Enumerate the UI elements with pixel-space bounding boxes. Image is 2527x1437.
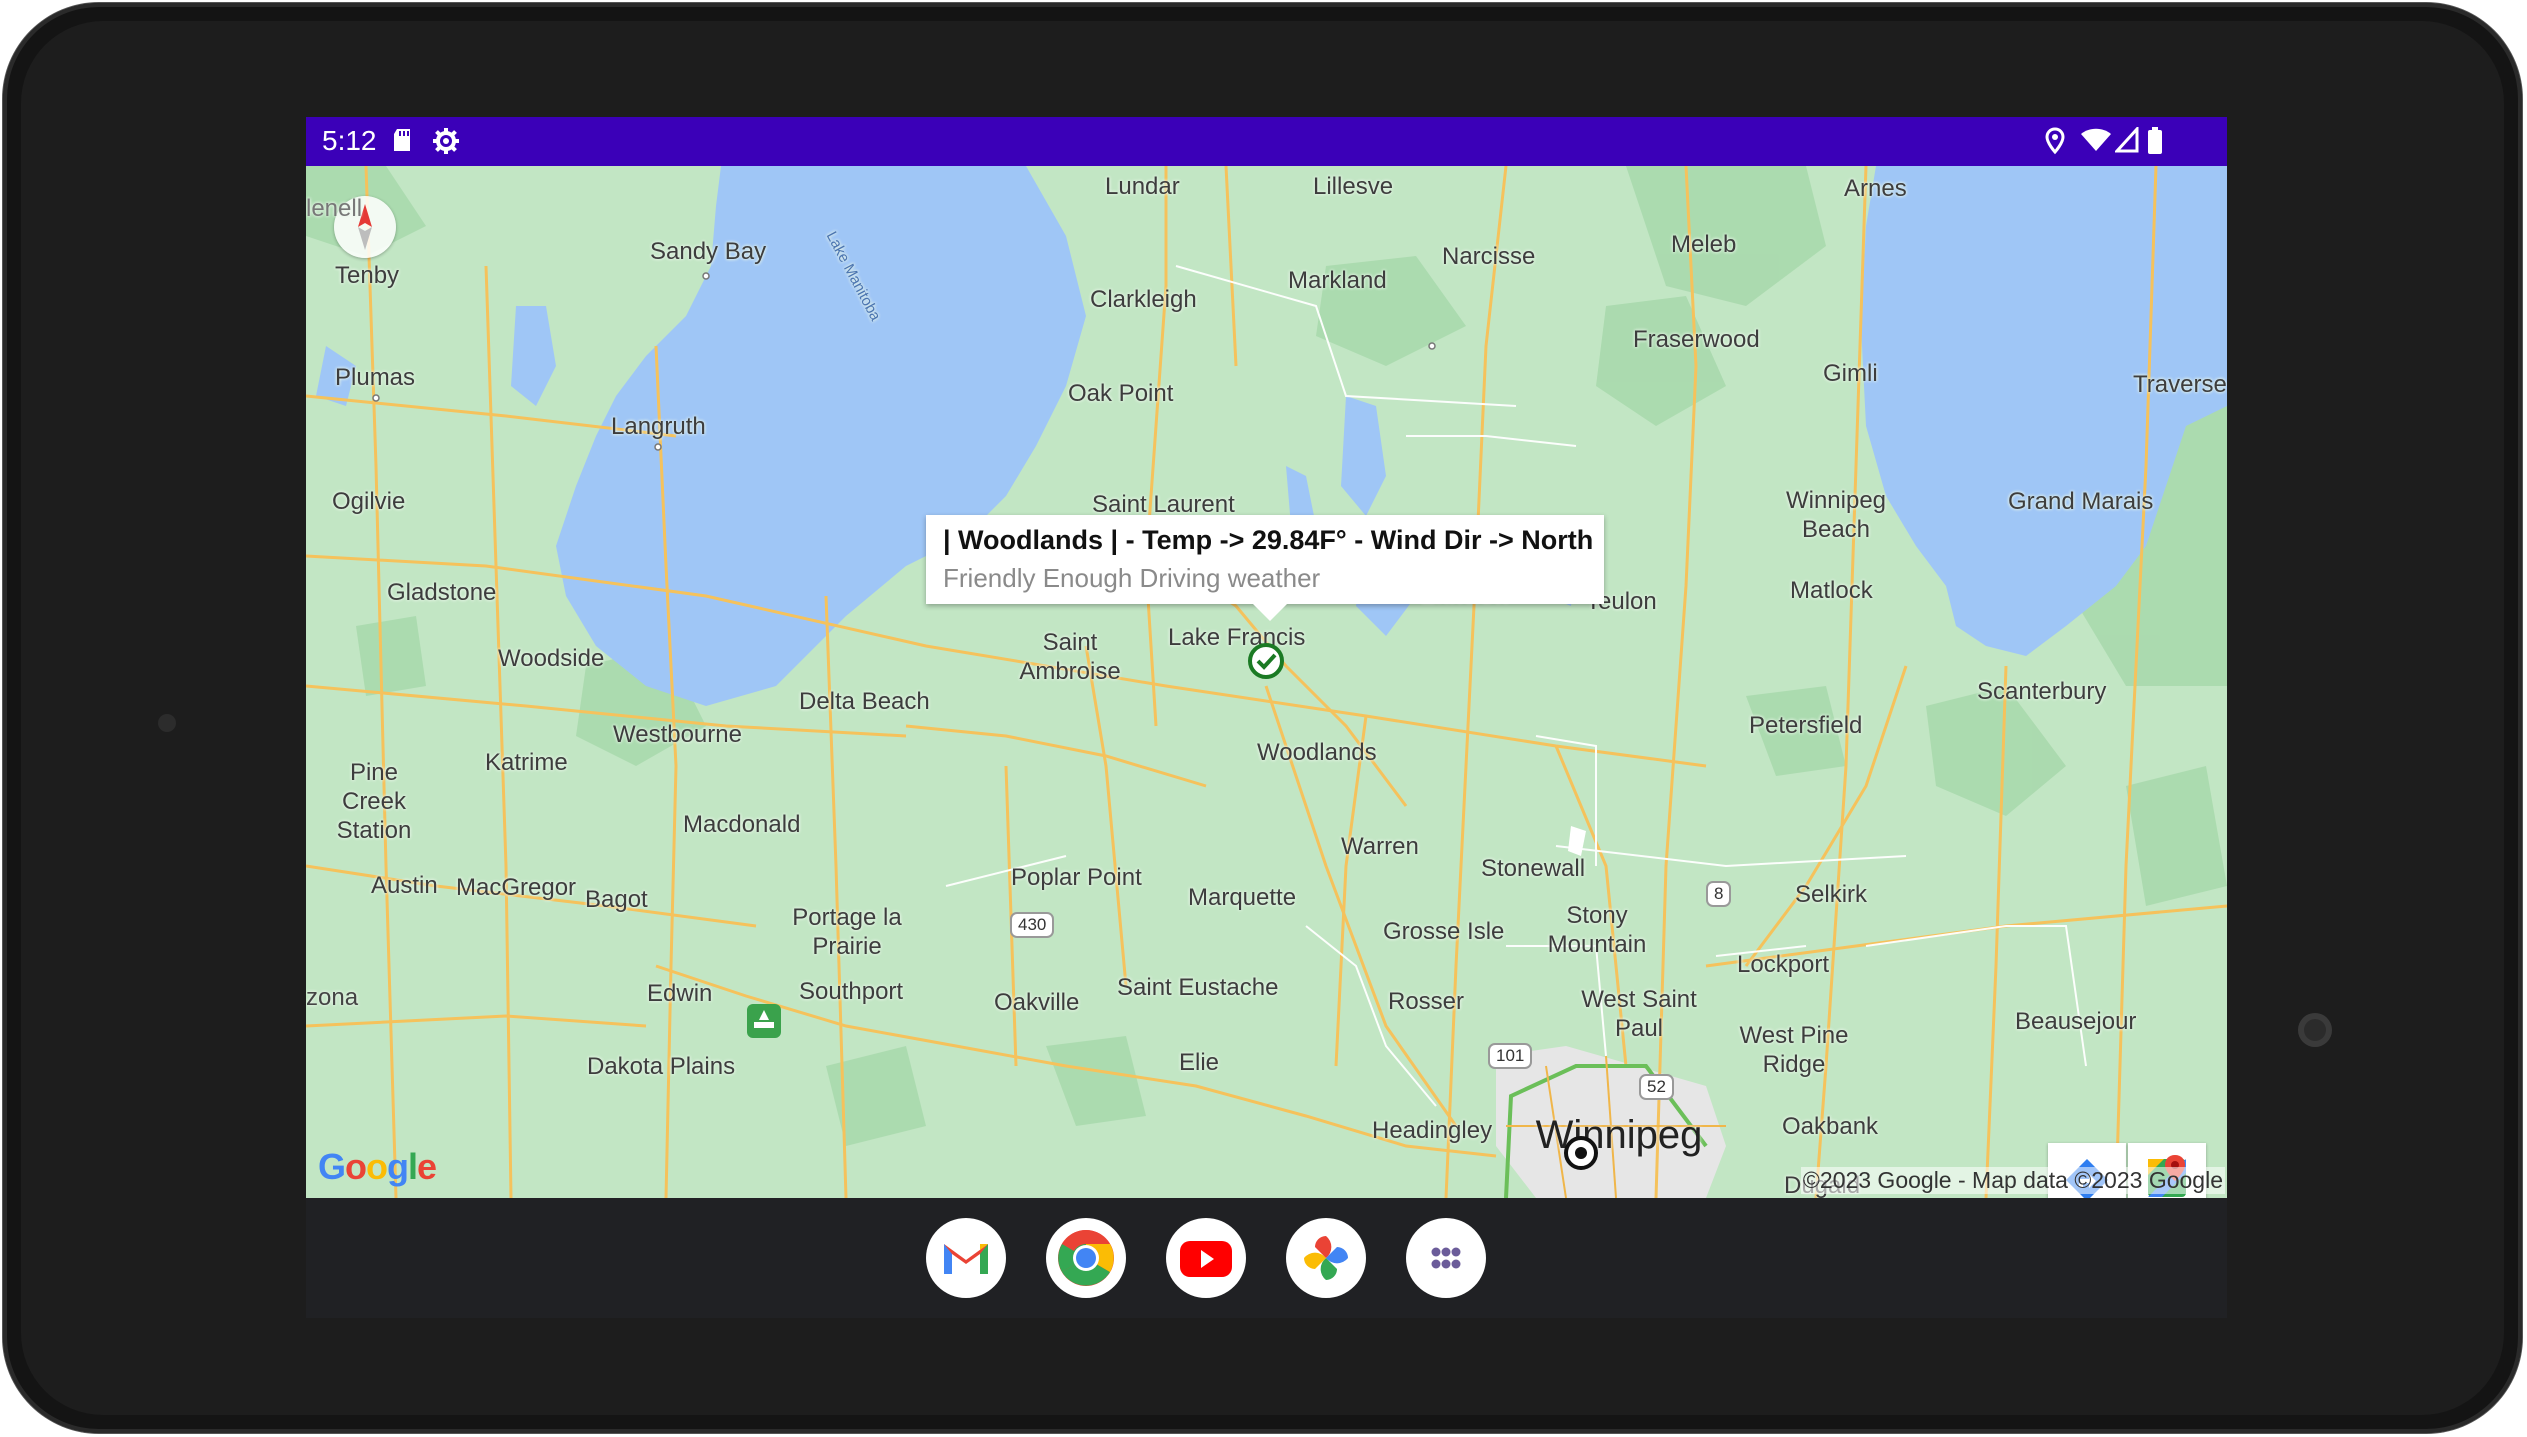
app-grid-icon [1431,1247,1461,1269]
place-label: Selkirk [1795,881,1868,908]
cell-signal-icon [2113,125,2139,158]
place-label: Sandy Bay [650,238,767,265]
place-label: Lillesve [1313,173,1394,200]
place-label: Austin [371,872,438,899]
place-label: Ogilvie [332,488,406,515]
place-label: Lockport [1737,951,1830,978]
map-copyright: ©2023 Google - Map data ©2023 Google [1800,1167,2225,1194]
place-label: Katrime [485,749,568,776]
info-window-snippet: Friendly Enough Driving weather [943,563,1321,593]
place-label: Lundar [1105,173,1180,200]
place-label: Meleb [1671,231,1737,258]
check-circle-icon [1248,643,1284,679]
front-sensor [158,714,176,732]
highway-shield: 8 [1706,881,1732,907]
place-label: Warren [1341,833,1419,860]
place-label: Markland [1288,267,1387,294]
info-window-title: | Woodlands | - Temp -> 29.84F° - Wind D… [943,525,1594,555]
gmail-icon [944,1244,988,1274]
dock-app-chrome[interactable] [1046,1218,1126,1298]
place-label: Headingley [1372,1117,1493,1144]
place-label: Winnipeg Beach [1785,487,1887,543]
place-label: Westbourne [613,721,742,748]
place-label: West Saint Paul [1581,986,1697,1042]
city-label: Winnipeg [1535,1113,1703,1157]
my-location-marker [1562,1134,1600,1172]
dock-app-photos[interactable] [1286,1218,1366,1298]
place-label: Grand Marais [2008,488,2154,515]
place-label: Grosse Isle [1383,918,1505,945]
place-label: Fraserwood [1633,326,1760,353]
place-label: West Pine Ridge [1739,1022,1849,1078]
map-background [306,166,2227,1198]
place-label: Saint Ambroise [1019,629,1121,685]
place-label: Delta Beach [799,688,930,715]
place-label: Poplar Point [1011,864,1142,891]
place-label: Stony Mountain [1547,902,1647,958]
place-label: lenell [306,195,363,222]
place-label: Stonewall [1481,855,1586,882]
place-label: Southport [799,978,904,1005]
place-label: Scanterbury [1977,678,2107,705]
wifi-icon [2080,127,2112,158]
marker-info-window[interactable]: | Woodlands | - Temp -> 29.84F° - Wind D… [926,515,1604,621]
youtube-icon [1180,1241,1232,1277]
front-camera [2298,1013,2332,1047]
place-label: Oakville [994,989,1080,1016]
settings-gear-icon [432,127,460,160]
place-label: Portage la Prairie [792,904,902,960]
place-label: Gimli [1823,360,1878,387]
location-icon [2044,127,2066,160]
place-label: Langruth [611,413,706,440]
status-time: 5:12 [322,125,377,156]
place-label: Petersfield [1749,712,1863,739]
info-window-tail [1253,604,1287,621]
place-label: Gladstone [387,579,497,606]
place-label: Marquette [1188,884,1297,911]
place-label: Arnes [1844,175,1907,202]
place-label: Oak Point [1068,380,1174,407]
place-label: Saint Eustache [1117,974,1279,1001]
battery-icon [2147,127,2163,160]
map-view[interactable]: Google lenell Lundar Lillesve Arnes Sand… [306,166,2227,1198]
navigation-bar [306,1198,2227,1318]
place-label: Oakbank [1782,1113,1879,1140]
place-label: Edwin [647,980,713,1007]
place-label: Traverse [2133,371,2227,398]
screen: 5:12 Google lenell Lundar Lillesve Arnes… [306,117,2227,1318]
dock-app-youtube[interactable] [1166,1218,1246,1298]
place-label: Pine Creek Station [336,759,412,844]
place-label: Woodlands [1257,739,1377,766]
place-label: Narcisse [1442,243,1536,270]
chrome-icon [1058,1230,1114,1286]
place-label: zona [306,984,359,1011]
place-label: MacGregor [456,874,577,901]
place-label: Elie [1179,1049,1220,1076]
status-bar: 5:12 [306,117,2227,166]
place-label: Macdonald [683,811,801,838]
place-label: Beausejour [2015,1008,2137,1035]
place-label: Plumas [335,364,416,391]
place-label: Bagot [585,886,648,913]
place-label: Clarkleigh [1090,286,1197,313]
highway-shield: 101 [1488,1043,1533,1069]
woodlands-marker[interactable] [1246,641,1286,681]
place-label: Dakota Plains [587,1053,736,1080]
google-logo: Google [318,1146,437,1187]
sd-card-icon [392,127,414,158]
dock-app-gmail[interactable] [926,1218,1006,1298]
photos-icon [1304,1236,1348,1280]
place-label: Woodside [498,645,605,672]
highway-shield: 52 [1639,1074,1674,1100]
place-label: Rosser [1388,988,1465,1015]
dock-app-drawer[interactable] [1406,1218,1486,1298]
place-label: Matlock [1790,577,1873,604]
highway-shield: 430 [1010,912,1055,938]
place-label: Tenby [335,262,400,289]
